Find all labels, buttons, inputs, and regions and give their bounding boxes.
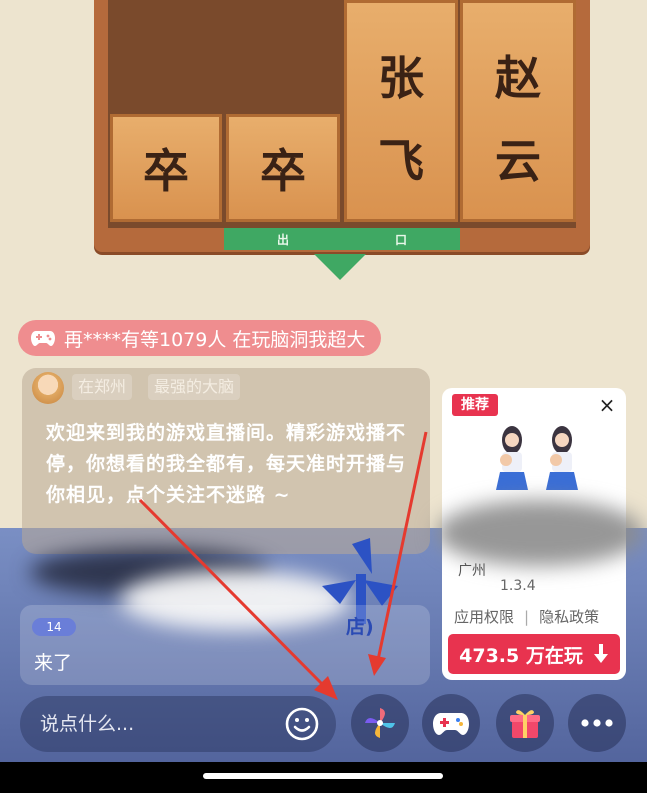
more-button[interactable] [568, 694, 626, 752]
tile-char: 卒 [143, 144, 189, 198]
link-separator: | [524, 608, 530, 626]
play-download-button[interactable]: 473.5 万在玩 [448, 634, 620, 674]
welcome-message: 欢迎来到我的游戏直播间。精彩游戏播不停，你想看的我全都有，每天准时开播与你相见，… [46, 422, 407, 506]
permissions-link[interactable]: 应用权限 [454, 608, 514, 626]
pinwheel-button[interactable] [351, 694, 409, 752]
recommend-tag: 推荐 [452, 394, 498, 416]
host-location-tag: 在郑州 [72, 374, 133, 400]
gamepad-icon [30, 328, 56, 348]
exit-label: 口 [394, 232, 407, 247]
tile-zhao-yun[interactable]: 赵 云 [460, 0, 576, 222]
tile-zhang-fei[interactable]: 张 飞 [344, 0, 458, 222]
exit-bar: 出 口 [224, 228, 460, 250]
tile-char: 张 [378, 50, 424, 105]
gift-icon [510, 710, 540, 738]
players-banner[interactable]: 再****有等1079人 在玩脑洞我超大 [18, 320, 382, 356]
more-icon [581, 719, 613, 727]
tile-soldier[interactable]: 卒 [110, 114, 222, 222]
user-level-badge: 14 [32, 618, 76, 636]
chat-message-text: 来了 [34, 652, 73, 674]
exit-label: 出 [276, 232, 289, 247]
tile-char: 赵 [495, 50, 541, 105]
privacy-link[interactable]: 隐私政策 [539, 608, 599, 626]
players-banner-text: 再****有等1079人 在玩脑洞我超大 [64, 328, 366, 351]
game-thumbnail[interactable] [488, 420, 588, 502]
avatar[interactable] [32, 372, 64, 404]
home-indicator-bar[interactable] [203, 773, 443, 779]
tile-soldier[interactable]: 卒 [226, 114, 340, 222]
game-controller-button[interactable] [422, 694, 480, 752]
download-arrow-icon [593, 644, 608, 663]
close-icon[interactable]: × [596, 394, 618, 416]
chat-username[interactable]: 店) [346, 612, 374, 639]
game-controller-icon [433, 713, 469, 735]
emoji-icon[interactable] [284, 706, 320, 742]
play-count: 473.5 万在玩 [459, 644, 583, 667]
tile-char: 飞 [378, 133, 424, 188]
recommend-developer: 广州 [458, 563, 486, 579]
pinwheel-icon [365, 708, 395, 738]
host-title-tag: 最强的大脑 [148, 374, 241, 400]
recommend-links: 应用权限 | 隐私政策 [454, 606, 599, 627]
recommend-version: 1.3.4 [500, 578, 536, 594]
tile-char: 云 [495, 133, 541, 188]
redacted-area [436, 500, 644, 566]
exit-arrow-icon [314, 254, 366, 280]
tile-char: 卒 [260, 144, 306, 198]
gift-button[interactable] [496, 694, 554, 752]
